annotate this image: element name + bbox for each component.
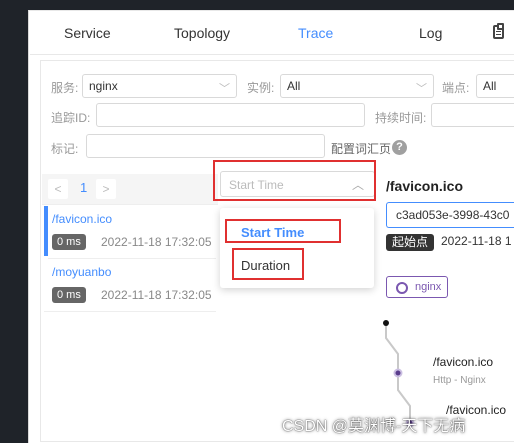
service-tag-label: nginx: [415, 281, 442, 293]
duration-badge: 0 ms: [52, 287, 86, 303]
trace-id-label: 追踪ID:: [51, 111, 91, 125]
node-sub: Http - Nginx: [433, 375, 486, 386]
trace-id-field[interactable]: c3ad053e-3998-43c0: [386, 202, 514, 228]
help-icon[interactable]: ?: [392, 140, 407, 155]
list-item[interactable]: /favicon.ico 0 ms 2022-11-18 17:32:05: [48, 206, 216, 259]
tab-service[interactable]: Service: [64, 25, 111, 41]
start-date: 2022-11-18 1: [441, 234, 512, 248]
trace-id-input[interactable]: [96, 103, 365, 127]
tab-trace[interactable]: Trace: [298, 25, 333, 41]
trace-date: 2022-11-18 17:32:05: [101, 235, 212, 249]
root-node[interactable]: [383, 320, 389, 326]
circle-icon: [396, 282, 408, 294]
instance-select[interactable]: All ﹀: [280, 74, 434, 98]
detail-title: /favicon.ico: [386, 178, 464, 194]
endpoint-select[interactable]: All: [476, 74, 514, 98]
duration-input[interactable]: [431, 103, 514, 127]
endpoint-label: 端点:: [442, 81, 470, 95]
tab-log[interactable]: Log: [419, 25, 442, 41]
sort-dropdown: Start Time Duration: [220, 208, 374, 288]
list-item[interactable]: /moyuanbo 0 ms 2022-11-18 17:32:05: [44, 259, 216, 312]
trace-id-text: c3ad053e-3998-43c0: [396, 208, 510, 222]
span-node[interactable]: [393, 368, 403, 378]
page-number[interactable]: 1: [80, 180, 87, 195]
service-tag[interactable]: nginx: [386, 276, 448, 298]
service-label: 服务:: [51, 81, 79, 95]
node-label[interactable]: /favicon.ico: [433, 355, 493, 369]
start-badge: 起始点: [386, 234, 435, 251]
option-label: Start Time: [241, 225, 305, 240]
watermark: CSDN @莫渊博-天下无病: [282, 418, 466, 435]
service-select[interactable]: nginx ﹀: [82, 74, 237, 98]
trace-name[interactable]: /moyuanbo: [52, 265, 111, 279]
tags-label: 标记:: [51, 142, 79, 156]
service-value: nginx: [89, 79, 118, 93]
instance-value: All: [287, 79, 301, 93]
sort-option-duration[interactable]: Duration: [232, 248, 304, 280]
endpoint-value: All: [483, 79, 497, 93]
chevron-right-icon[interactable]: >: [96, 179, 116, 199]
trace-date: 2022-11-18 17:32:05: [101, 288, 212, 302]
tags-input[interactable]: [86, 134, 325, 158]
clipboard-icon[interactable]: [493, 23, 504, 39]
chevron-down-icon: ﹀: [416, 83, 427, 95]
tree-edge: [385, 324, 399, 370]
config-link[interactable]: 配置词汇页: [331, 140, 391, 157]
tab-topology[interactable]: Topology: [174, 25, 230, 41]
trace-name[interactable]: /favicon.ico: [52, 212, 112, 226]
duration-badge: 0 ms: [52, 234, 86, 250]
duration-label: 持续时间:: [375, 111, 427, 125]
tab-bar: Service Topology Trace Log: [30, 14, 514, 55]
highlight-box: [213, 160, 376, 201]
option-label: Duration: [241, 258, 291, 273]
pagination: < 1 >: [42, 174, 218, 205]
chevron-left-icon[interactable]: <: [48, 179, 68, 199]
sort-option-start-time[interactable]: Start Time: [225, 219, 341, 243]
chevron-down-icon: ﹀: [219, 83, 230, 95]
instance-label: 实例:: [247, 81, 275, 95]
